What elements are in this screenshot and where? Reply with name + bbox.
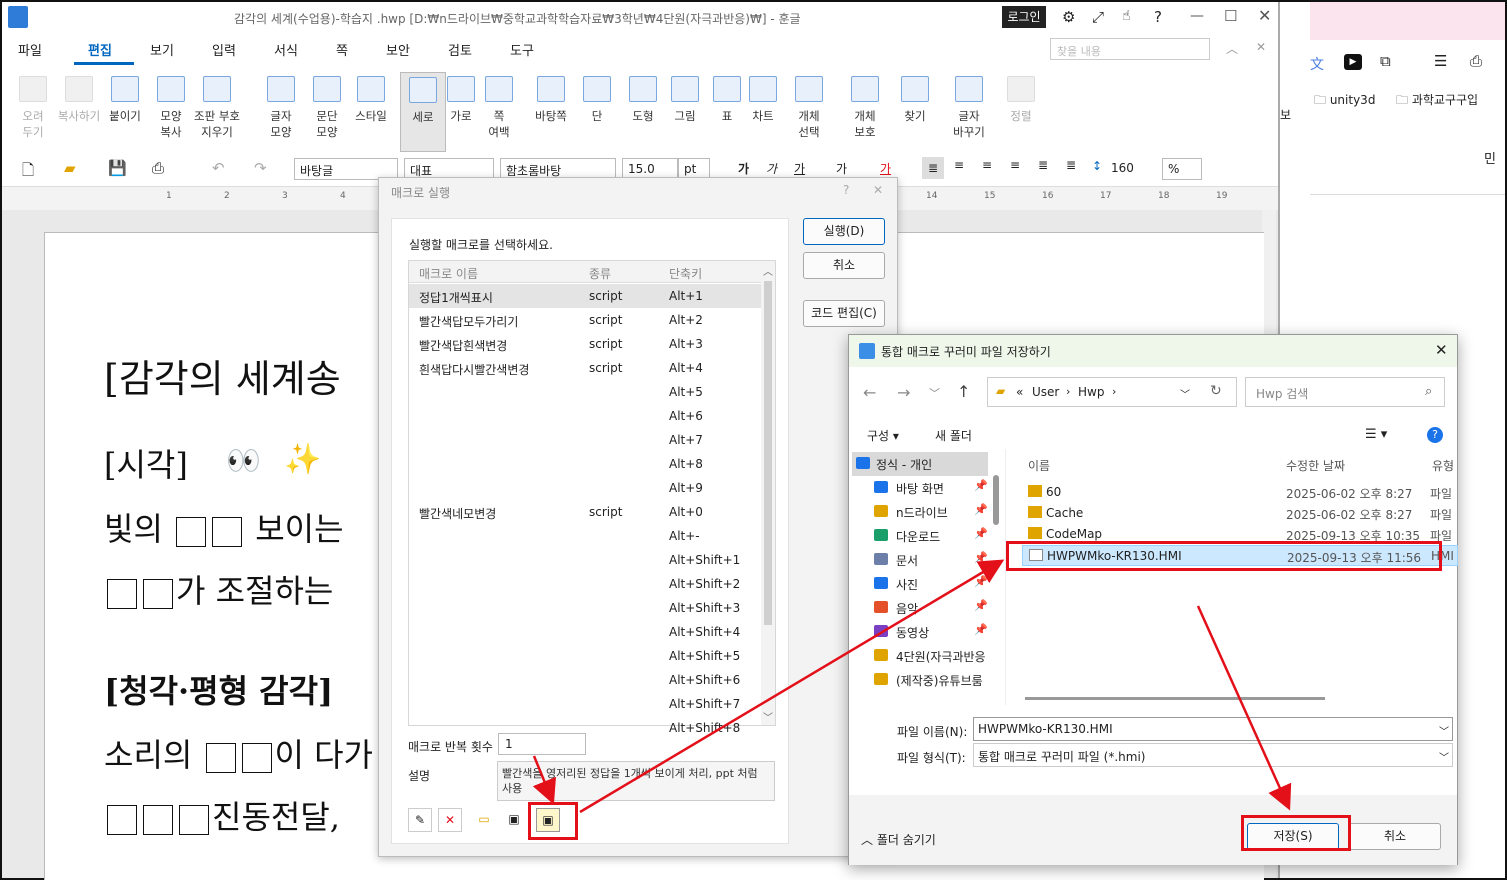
arrow-to-file (579, 559, 1005, 814)
arrow-to-save (1196, 605, 1292, 811)
arrow-to-icon (532, 755, 556, 805)
annotation-arrows (532, 559, 1292, 814)
